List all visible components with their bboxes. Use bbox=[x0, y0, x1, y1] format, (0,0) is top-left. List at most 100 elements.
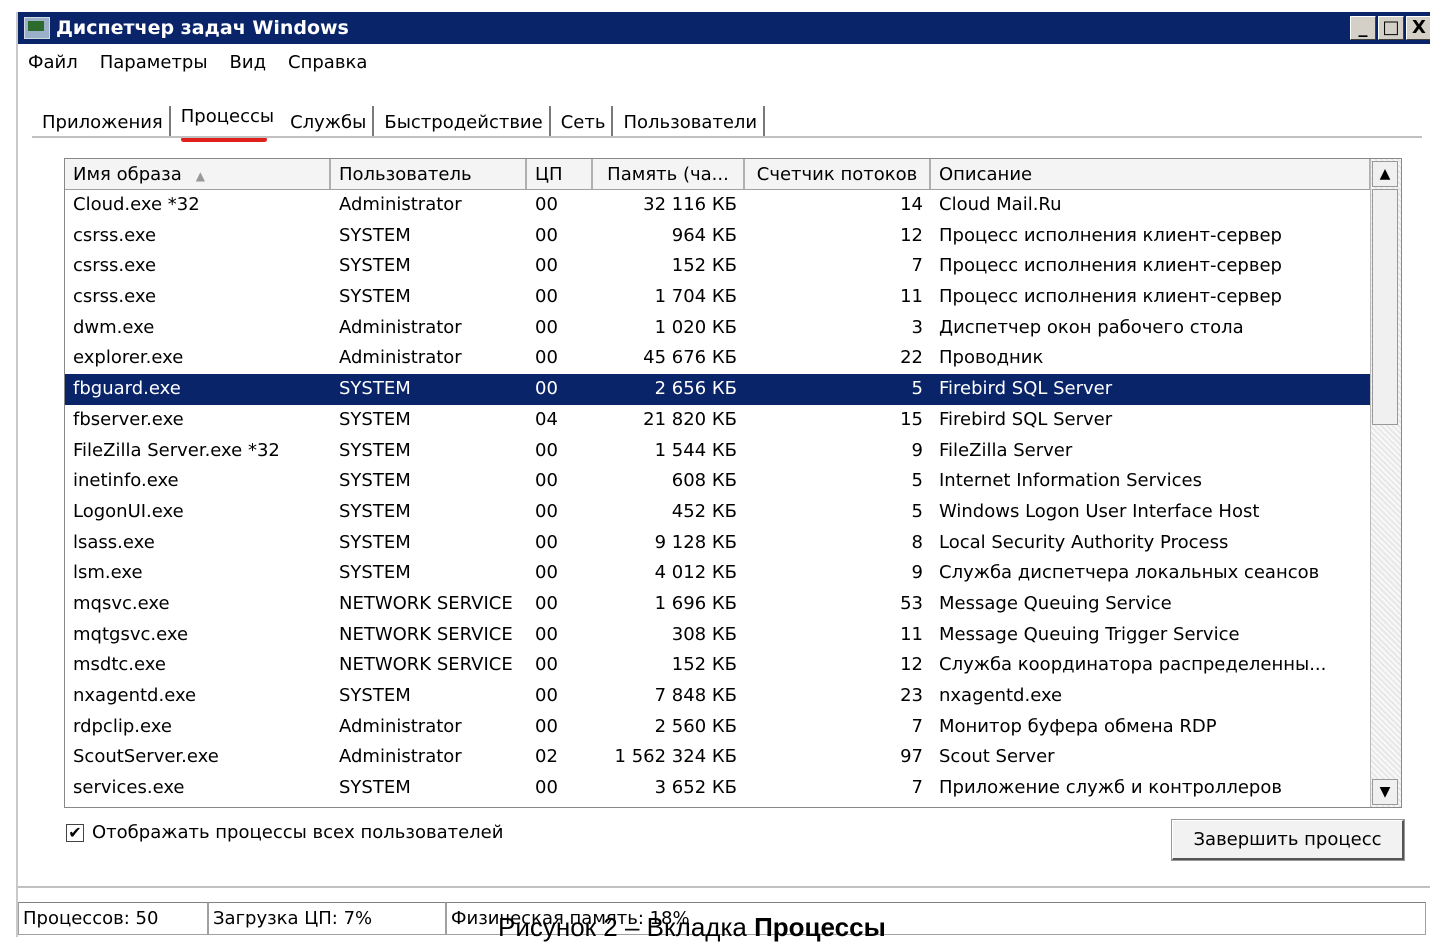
tab-users[interactable]: Пользователи bbox=[617, 106, 766, 138]
column-description[interactable]: Описание bbox=[931, 159, 1371, 189]
cell-memory: 9 128 КБ bbox=[654, 531, 737, 553]
cell-cpu: 00 bbox=[535, 255, 558, 277]
cell-user: SYSTEM bbox=[339, 500, 411, 522]
cell-description: Процесс исполнения клиент-сервер bbox=[939, 286, 1282, 308]
cell-image-name: dwm.exe bbox=[73, 316, 155, 338]
cell-image-name: lsm.exe bbox=[73, 562, 143, 584]
cell-threads: 11 bbox=[900, 286, 923, 308]
cell-image-name: csrss.exe bbox=[73, 286, 157, 308]
window-title: Диспетчер задач Windows bbox=[56, 17, 349, 39]
cell-user: Administrator bbox=[339, 715, 462, 737]
table-row[interactable]: explorer.exe Administrator 00 45 676 КБ 22 Пр… bbox=[65, 343, 1371, 374]
tab-network[interactable]: Сеть bbox=[555, 106, 614, 138]
cell-description: Приложение служб и контроллеров bbox=[939, 777, 1282, 799]
scroll-down-icon[interactable]: ▼ bbox=[1372, 779, 1398, 805]
table-header: Имя образа ▲ Пользователь ЦП Память (ча..… bbox=[65, 159, 1371, 190]
cell-user: SYSTEM bbox=[339, 439, 411, 461]
cell-description: nxagentd.exe bbox=[939, 685, 1063, 706]
column-image-name[interactable]: Имя образа ▲ bbox=[65, 159, 331, 189]
cell-user: NETWORK SERVICE bbox=[339, 623, 513, 645]
menu-options[interactable]: Параметры bbox=[100, 52, 208, 78]
cell-user: Administrator bbox=[339, 746, 462, 768]
tab-services[interactable]: Службы bbox=[284, 106, 375, 138]
cell-memory: 608 КБ bbox=[671, 470, 737, 492]
menu-help[interactable]: Справка bbox=[288, 52, 367, 78]
cell-memory: 152 КБ bbox=[671, 654, 737, 676]
bottom-divider bbox=[18, 886, 1430, 888]
cell-description: FileZilla Server bbox=[939, 439, 1073, 461]
cell-image-name: LogonUI.exe bbox=[73, 500, 184, 522]
end-process-button[interactable]: Завершить процесс bbox=[1171, 819, 1405, 861]
table-row[interactable]: mqtgsvc.exe NETWORK SERVICE 00 308 КБ 11 Mess… bbox=[65, 620, 1371, 651]
cell-threads: 7 bbox=[911, 255, 923, 277]
scrollbar-thumb[interactable] bbox=[1372, 189, 1398, 425]
vertical-scrollbar[interactable]: ▲ ▼ bbox=[1370, 159, 1401, 807]
cell-description: Message Queuing Service bbox=[939, 592, 1172, 614]
cell-cpu: 00 bbox=[535, 347, 558, 369]
menu-file[interactable]: Файл bbox=[28, 52, 78, 78]
maximize-button[interactable]: □ bbox=[1378, 16, 1404, 40]
table-row[interactable]: FileZilla Server.exe *32 SYSTEM 00 1 544 КБ… bbox=[65, 436, 1371, 467]
column-thread-count[interactable]: Счетчик потоков bbox=[745, 159, 931, 189]
column-cpu[interactable]: ЦП bbox=[527, 159, 593, 189]
cell-cpu: 00 bbox=[535, 194, 558, 215]
cell-cpu: 00 bbox=[535, 439, 558, 461]
cell-threads: 5 bbox=[911, 378, 923, 400]
table-row[interactable]: csrss.exe SYSTEM 00 152 КБ 7 Процесс исполнен… bbox=[65, 251, 1371, 282]
table-row[interactable]: mqsvc.exe NETWORK SERVICE 00 1 696 КБ 53 Mess… bbox=[65, 589, 1371, 620]
cell-image-name: inetinfo.exe bbox=[73, 470, 179, 492]
table-row[interactable]: LogonUI.exe SYSTEM 00 452 КБ 5 Windows Logon … bbox=[65, 497, 1371, 528]
show-all-users-option[interactable]: ✔ Отображать процессы всех пользователей bbox=[66, 822, 503, 843]
cell-memory: 2 560 КБ bbox=[654, 715, 737, 737]
tab-performance[interactable]: Быстродействие bbox=[378, 106, 551, 138]
close-button[interactable]: X bbox=[1406, 16, 1430, 40]
table-row[interactable]: Cloud.exe *32 Administrator 00 32 116 КБ 14 C… bbox=[65, 190, 1371, 221]
tab-processes[interactable]: Процессы bbox=[175, 100, 280, 142]
show-all-users-label: Отображать процессы всех пользователей bbox=[92, 822, 504, 843]
caption-prefix: Рисунок 2 – Вкладка bbox=[498, 912, 755, 942]
tab-applications[interactable]: Приложения bbox=[36, 106, 171, 138]
cell-memory: 452 КБ bbox=[671, 500, 737, 522]
table-row[interactable]: fbserver.exe SYSTEM 04 21 820 КБ 15 Firebird … bbox=[65, 405, 1371, 436]
title-bar[interactable]: Диспетчер задач Windows _ □ X bbox=[18, 12, 1430, 44]
menu-view[interactable]: Вид bbox=[230, 52, 267, 78]
tab-strip: Приложения Процессы Службы Быстродействи… bbox=[36, 94, 769, 142]
cell-cpu: 00 bbox=[535, 286, 558, 308]
table-row[interactable]: lsm.exe SYSTEM 00 4 012 КБ 9 Служба диспетчер… bbox=[65, 558, 1371, 589]
cell-cpu: 00 bbox=[535, 715, 558, 737]
cell-image-name: mqsvc.exe bbox=[73, 592, 170, 614]
cell-memory: 1 696 КБ bbox=[654, 592, 737, 614]
table-row[interactable]: nxagentd.exe SYSTEM 00 7 848 КБ 23 nxagentd.e… bbox=[65, 681, 1371, 712]
cell-threads: 97 bbox=[900, 746, 923, 768]
table-row[interactable]: services.exe SYSTEM 00 3 652 КБ 7 Приложение … bbox=[65, 773, 1371, 804]
cell-image-name: Cloud.exe *32 bbox=[73, 194, 200, 215]
table-row[interactable]: rdpclip.exe Administrator 00 2 560 КБ 7 Монит… bbox=[65, 712, 1371, 743]
cell-image-name: fbguard.exe bbox=[73, 378, 181, 400]
cell-threads: 14 bbox=[900, 194, 923, 215]
cell-memory: 964 КБ bbox=[671, 224, 737, 246]
cell-user: SYSTEM bbox=[339, 531, 411, 553]
cell-threads: 7 bbox=[911, 715, 923, 737]
cell-description: Монитор буфера обмена RDP bbox=[939, 715, 1217, 737]
cell-user: NETWORK SERVICE bbox=[339, 654, 513, 676]
table-row[interactable]: csrss.exe SYSTEM 00 964 КБ 12 Процесс исполне… bbox=[65, 221, 1371, 252]
table-row[interactable]: inetinfo.exe SYSTEM 00 608 КБ 5 Internet Info… bbox=[65, 466, 1371, 497]
cell-user: SYSTEM bbox=[339, 685, 411, 706]
cell-memory: 308 КБ bbox=[671, 623, 737, 645]
status-cpu-load: Загрузка ЦП: 7% bbox=[208, 902, 446, 935]
cell-user: SYSTEM bbox=[339, 408, 411, 430]
column-user[interactable]: Пользователь bbox=[331, 159, 527, 189]
table-row[interactable]: dwm.exe Administrator 00 1 020 КБ 3 Диспетчер… bbox=[65, 313, 1371, 344]
column-memory[interactable]: Память (ча... bbox=[593, 159, 745, 189]
scroll-up-icon[interactable]: ▲ bbox=[1372, 161, 1398, 187]
cell-image-name: lsass.exe bbox=[73, 531, 155, 553]
cell-image-name: msdtc.exe bbox=[73, 654, 166, 676]
table-row[interactable]: ScoutServer.exe Administrator 02 1 562 324 … bbox=[65, 742, 1371, 773]
table-row[interactable]: csrss.exe SYSTEM 00 1 704 КБ 11 Процесс испол… bbox=[65, 282, 1371, 313]
table-row[interactable]: msdtc.exe NETWORK SERVICE 00 152 КБ 12 Служба… bbox=[65, 650, 1371, 681]
table-row[interactable]: lsass.exe SYSTEM 00 9 128 КБ 8 Local Security… bbox=[65, 528, 1371, 559]
cell-description: Firebird SQL Server bbox=[939, 408, 1113, 430]
table-row[interactable]: fbguard.exe SYSTEM 00 2 656 КБ 5 Firebird SQL… bbox=[65, 374, 1371, 405]
minimize-button[interactable]: _ bbox=[1350, 16, 1376, 40]
show-all-users-checkbox[interactable]: ✔ bbox=[66, 823, 84, 842]
